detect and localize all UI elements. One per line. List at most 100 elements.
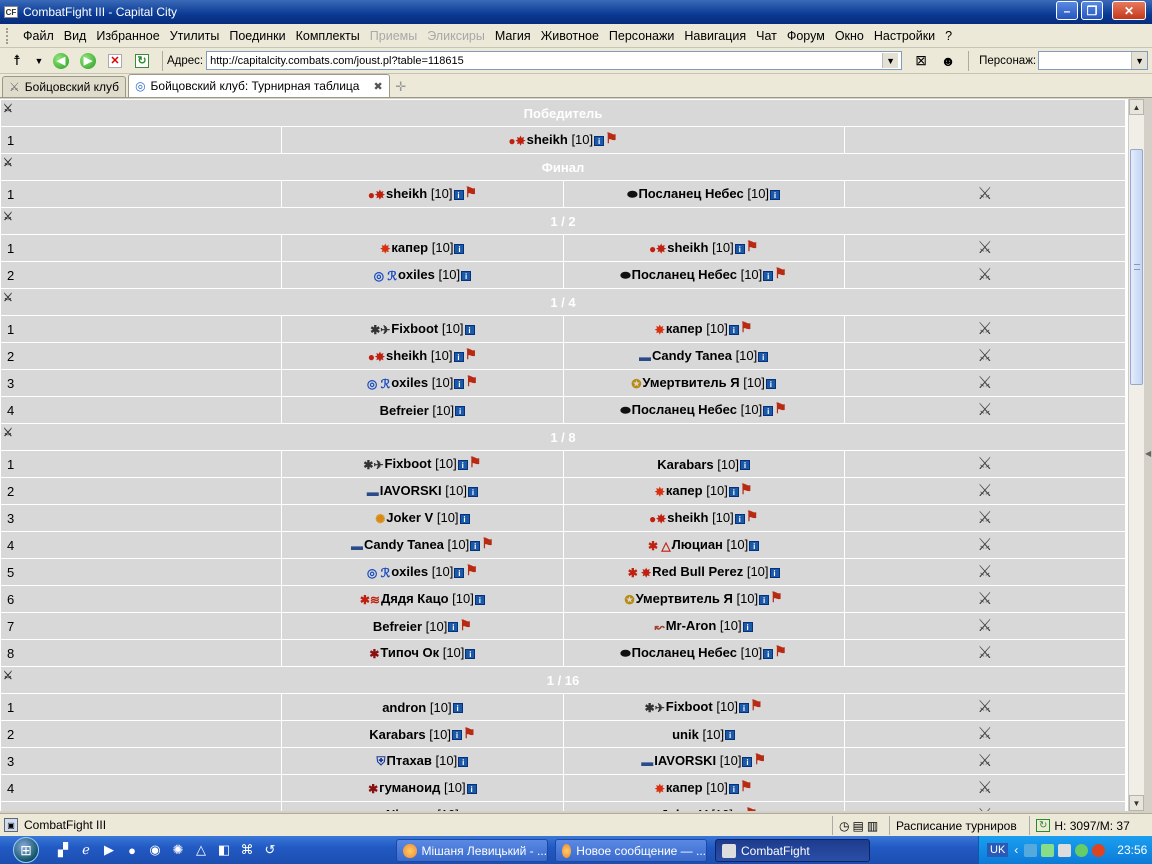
clan-icon[interactable]: ⛨ [377, 754, 386, 769]
new-tab-icon[interactable]: ✛ [392, 77, 410, 97]
clan-icon[interactable]: ✺ [650, 809, 660, 811]
info-icon[interactable]: i [465, 648, 476, 659]
player-name[interactable]: Fixboot [666, 699, 713, 714]
clan-icon[interactable]: ⬬ [620, 268, 630, 283]
scroll-down-arrow[interactable]: ▼ [1129, 795, 1144, 811]
player-name[interactable]: andron [382, 700, 426, 715]
crossed-swords-icon[interactable]: ⚔ [977, 265, 992, 285]
clan-icon[interactable]: ✱ [368, 782, 378, 796]
player-name[interactable]: unik [672, 727, 699, 742]
player-name[interactable]: oxiles [398, 267, 435, 282]
crossed-swords-icon[interactable]: ⚔ [977, 508, 992, 528]
info-icon[interactable]: i [739, 460, 750, 471]
page-icon[interactable]: ▥ [867, 819, 878, 833]
info-icon[interactable]: i [769, 567, 780, 578]
window-titlebar[interactable]: CF CombatFight III - Capital City – ❐ ✕ [0, 0, 1152, 24]
info-icon[interactable]: i [457, 459, 468, 470]
info-icon[interactable]: i [765, 378, 776, 389]
crossed-swords-icon[interactable]: ⚔ [977, 400, 992, 420]
clan-icon[interactable]: ●✸ [649, 242, 666, 256]
quicklaunch-orange-icon[interactable]: ✺ [167, 839, 189, 861]
quicklaunch-ie-icon[interactable]: ℯ [75, 839, 97, 861]
menu-item-3[interactable]: Утилиты [165, 29, 225, 43]
player-name[interactable]: Посланец Небес [638, 186, 743, 201]
clan-icon[interactable]: ✱✈ [363, 458, 383, 472]
player-name[interactable]: Люциан [672, 537, 723, 552]
clan-icon[interactable]: ◎ ℛ [367, 377, 390, 391]
menu-item-2[interactable]: Избранное [91, 29, 164, 43]
clan-icon[interactable]: ●✸ [508, 134, 525, 148]
minimize-button[interactable]: – [1056, 1, 1078, 20]
tray-chevron-icon[interactable]: ‹ [1014, 843, 1018, 857]
refresh-button[interactable]: ↻ [131, 51, 153, 71]
crossed-swords-icon[interactable]: ⚔ [977, 616, 992, 636]
player-name[interactable]: Типоч Ок [380, 645, 439, 660]
clan-icon[interactable]: ◎ ℛ [374, 269, 397, 283]
clan-icon[interactable]: ✱≋ [360, 593, 380, 607]
crossed-swords-icon[interactable]: ⚔ [977, 535, 992, 555]
crossed-swords-icon[interactable]: ⚔ [977, 751, 992, 771]
quicklaunch-tools-icon[interactable]: ⌘ [236, 839, 258, 861]
player-name[interactable]: oxiles [391, 564, 428, 579]
clan-icon[interactable]: ✱ △ [648, 539, 671, 553]
shield-icon[interactable] [1041, 843, 1055, 857]
clan-icon[interactable]: ⬬ [620, 403, 630, 418]
info-icon[interactable]: i [758, 351, 769, 362]
clan-icon[interactable]: ✱ ✸ [628, 566, 651, 580]
info-icon[interactable]: i [725, 730, 736, 741]
info-icon[interactable]: i [728, 486, 739, 497]
clan-icon[interactable]: ✱✈ [645, 701, 665, 715]
info-icon[interactable]: i [454, 243, 465, 254]
info-icon[interactable]: i [453, 189, 464, 200]
chevron-down-icon[interactable]: ▼ [33, 51, 45, 71]
player-name[interactable]: Умертвитель Я [636, 591, 733, 606]
menu-item-14[interactable]: Окно [830, 29, 869, 43]
crossed-swords-icon[interactable]: ⚔ [977, 454, 992, 474]
crossed-swords-icon[interactable]: ⚔ [977, 724, 992, 744]
info-icon[interactable]: i [453, 351, 464, 362]
clan-icon[interactable]: ▬ [639, 350, 651, 364]
chevron-down-icon[interactable]: ▼ [1131, 52, 1148, 69]
info-icon[interactable]: i [728, 783, 739, 794]
menu-item-11[interactable]: Навигация [679, 29, 751, 43]
info-icon[interactable]: i [734, 243, 745, 254]
info-icon[interactable]: i [461, 270, 472, 281]
player-name[interactable]: sheikh [386, 348, 427, 363]
schedule-link[interactable]: Расписание турниров [889, 816, 1029, 835]
vertical-scrollbar[interactable]: ▲ ▼ [1128, 99, 1144, 811]
start-button[interactable]: ⊞ [0, 836, 52, 864]
info-icon[interactable]: i [454, 378, 465, 389]
player-name[interactable]: Умертвитель Я [642, 375, 739, 390]
player-name[interactable]: Joker V [386, 510, 433, 525]
clan-icon[interactable]: ▬ [367, 485, 379, 499]
clan-icon[interactable]: ▬ [351, 539, 363, 553]
menu-item-1[interactable]: Вид [59, 29, 92, 43]
player-name[interactable]: Befreier [380, 403, 429, 418]
info-icon[interactable]: i [464, 324, 475, 335]
scroll-up-arrow[interactable]: ▲ [1129, 99, 1144, 115]
maximize-button[interactable]: ❐ [1081, 1, 1103, 20]
clan-icon[interactable]: ▬ [641, 755, 653, 769]
clan-icon[interactable]: ✸ [655, 323, 665, 337]
menu-item-12[interactable]: Чат [751, 29, 782, 43]
clan-icon[interactable]: ●✸ [368, 350, 385, 364]
info-icon[interactable]: i [452, 703, 463, 714]
clan-icon[interactable]: ↜ [655, 620, 665, 634]
quicklaunch-icon[interactable]: ▞ [52, 839, 74, 861]
info-icon[interactable]: i [451, 730, 462, 741]
info-icon[interactable]: i [470, 540, 481, 551]
player-name[interactable]: Karabars [369, 727, 425, 742]
player-name[interactable]: sheikh [527, 132, 568, 147]
info-icon[interactable]: i [454, 567, 465, 578]
quicklaunch-opera-icon[interactable]: ● [121, 839, 143, 861]
menu-item-9[interactable]: Животное [536, 29, 604, 43]
info-icon[interactable]: i [749, 540, 760, 551]
clan-icon[interactable]: ✪ [631, 377, 641, 391]
player-name[interactable]: Посланец Небес [632, 645, 737, 660]
menu-item-15[interactable]: Настройки [869, 29, 940, 43]
crossed-swords-icon[interactable]: ⚔ [977, 319, 992, 339]
tab-tournament-table[interactable]: ◎ Бойцовский клуб: Турнирная таблица ✖ [128, 74, 390, 97]
clan-icon[interactable]: ⬬ [620, 646, 630, 661]
clan-icon[interactable]: ✱ [369, 647, 379, 661]
crossed-swords-icon[interactable]: ⚔ [977, 562, 992, 582]
